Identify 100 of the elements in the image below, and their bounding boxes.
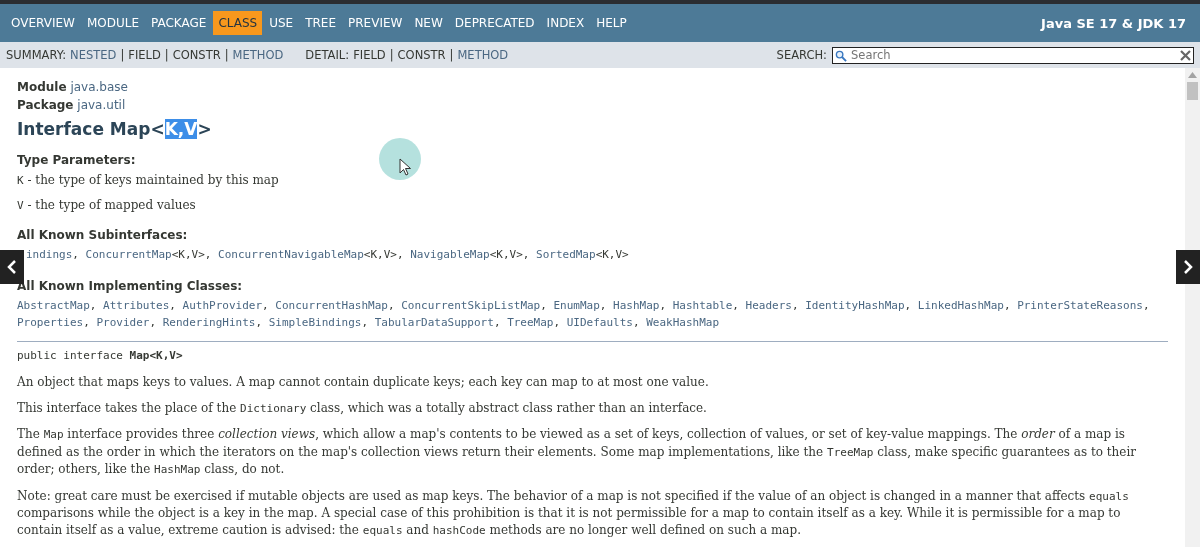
group-label: DETAIL: (305, 48, 350, 62)
nav-link[interactable]: TREE (300, 11, 341, 35)
implementing-type-link[interactable]: ConcurrentSkipListMap (401, 299, 541, 312)
scroll-thumb[interactable] (1187, 82, 1198, 100)
comma: , (89, 299, 97, 312)
section-heading: Type Parameters: (17, 153, 136, 167)
comma: , (732, 299, 739, 312)
comma: , (169, 299, 176, 312)
implementing-type-link[interactable]: Provider (96, 316, 150, 329)
search-field[interactable]: Search (832, 46, 1194, 64)
subinterface-link[interactable]: ConcurrentNavigableMap (218, 248, 364, 261)
package-name-link[interactable]: java.util (77, 98, 126, 112)
comma: , (72, 248, 79, 261)
module-name-link[interactable]: java.base (70, 80, 128, 94)
type-arguments: <K,V> (363, 248, 397, 261)
implementing-type-link[interactable]: HashMap (613, 299, 660, 312)
comma: , (493, 316, 501, 329)
package-heading: Package (17, 98, 74, 112)
subinterface-link[interactable]: indings (26, 248, 73, 261)
comma: , (522, 248, 530, 261)
description-paragraph: This interface takes the place of the Dictionary class, which was a totally abstract class rather than an interface. (17, 399, 708, 417)
group-label: SUMMARY: (6, 48, 67, 62)
comma: , (387, 299, 395, 312)
scrollbar[interactable] (1185, 68, 1200, 547)
comma: , (659, 299, 667, 312)
implementing-type-link[interactable]: Hashtable (672, 299, 733, 312)
implementing-type-link[interactable]: Headers (745, 299, 792, 312)
comma: , (599, 299, 607, 312)
summary-text: CONSTR (397, 48, 446, 62)
implementing-type-link[interactable]: RenderingHints (162, 316, 256, 329)
comma: , (149, 316, 157, 329)
comma: , (540, 299, 547, 312)
nav-link[interactable]: MODULE (81, 11, 144, 35)
type-arguments: <K,V> (595, 248, 629, 261)
comma: , (1003, 299, 1011, 312)
search-icon (835, 49, 847, 62)
separator: | (164, 48, 169, 62)
implementing-type-link[interactable]: AuthProvider (182, 299, 263, 312)
implementing-type-link[interactable]: PrinterStateReasons (1017, 299, 1143, 312)
type-arguments: <K,V> (171, 248, 205, 261)
summary-link[interactable]: METHOD (232, 48, 284, 62)
implementing-type-link[interactable]: TabularDataSupport (374, 316, 494, 329)
pointer-icon (399, 158, 413, 176)
summary-link[interactable]: NESTED (70, 48, 117, 62)
nav-link[interactable]: OVERVIEW (6, 11, 80, 35)
comma: , (904, 299, 912, 312)
product-label: Java SE 17 & JDK 17 (1041, 15, 1187, 31)
separator: | (224, 48, 229, 62)
section-heading: All Known Subinterfaces: (17, 228, 188, 242)
separator: | (449, 48, 454, 62)
implementing-type-link[interactable]: IdentityHashMap (805, 299, 905, 312)
nav-link[interactable]: USE (264, 11, 299, 35)
comma: , (632, 316, 640, 329)
comma: , (553, 316, 561, 329)
implementing-type-link[interactable]: LinkedHashMap (917, 299, 1004, 312)
implementing-type-link[interactable]: Properties (17, 316, 84, 329)
comma: , (255, 316, 263, 329)
summary-text: FIELD (128, 48, 161, 62)
summary-text: FIELD (353, 48, 386, 62)
comma: , (361, 316, 369, 329)
declaration: public interface Map<K,V> (17, 349, 183, 362)
page-title: Interface Map<K,V> (17, 119, 212, 139)
subinterface-link[interactable]: NavigableMap (410, 248, 490, 261)
comma: , (83, 316, 90, 329)
close-icon[interactable] (1180, 49, 1191, 61)
implementing-type-link[interactable]: Attributes (103, 299, 170, 312)
chevron-left-icon (7, 259, 17, 275)
comma: , (262, 299, 269, 312)
nav-link[interactable]: INDEX (541, 11, 590, 35)
summary-link[interactable]: METHOD (457, 48, 509, 62)
nav-link[interactable]: PREVIEW (343, 11, 408, 35)
separator: | (120, 48, 125, 62)
subinterface-link[interactable]: SortedMap (536, 248, 596, 261)
nav-link[interactable]: DEPRECATED (449, 11, 540, 35)
implementing-type-link[interactable]: EnumMap (553, 299, 600, 312)
implementing-type-link[interactable]: ConcurrentHashMap (275, 299, 388, 312)
comma: , (204, 248, 212, 261)
module-heading: Module (17, 80, 67, 94)
nav-link[interactable]: HELP (591, 11, 632, 35)
search-label: SEARCH: (776, 48, 827, 62)
implementing-type-link[interactable]: TreeMap (507, 316, 554, 329)
nav-link[interactable]: CLASS (213, 11, 263, 35)
nav-link[interactable]: PACKAGE (146, 11, 212, 35)
chevron-right-icon (1183, 259, 1193, 275)
summary-text: CONSTR (172, 48, 221, 62)
comma: , (791, 299, 799, 312)
type-arguments: <K,V> (489, 248, 523, 261)
description-paragraph: Note: great care must be exercised if mutable objects are used as map keys. The behavior of a map is not specified if the value of an object is changed in a manner that affects equals comparisons while the object is a key in the map. A special case of this prohibition is that it is not permissible for a map to contain itself as a key. While it is permissible for a map to contain itself as a value, extreme caution is advised: the equals and hashCode methods are no longer well defined on such a map. (17, 487, 1130, 539)
type-parameter: V - the type of mapped values (17, 197, 196, 214)
subinterface-link[interactable]: ConcurrentMap (85, 248, 172, 261)
nav-link[interactable]: NEW (409, 11, 448, 35)
implementing-type-link[interactable]: AbstractMap (17, 299, 90, 312)
type-parameter: K - the type of keys maintained by this map (17, 172, 279, 189)
next-button[interactable] (1176, 250, 1200, 284)
comma: , (396, 248, 404, 261)
implementing-type-link[interactable]: UIDefaults (566, 316, 633, 329)
separator: | (389, 48, 394, 62)
implementing-type-link[interactable]: WeakHashMap (646, 316, 720, 329)
comma: , (1142, 299, 1150, 312)
implementing-type-link[interactable]: SimpleBindings (268, 316, 362, 329)
